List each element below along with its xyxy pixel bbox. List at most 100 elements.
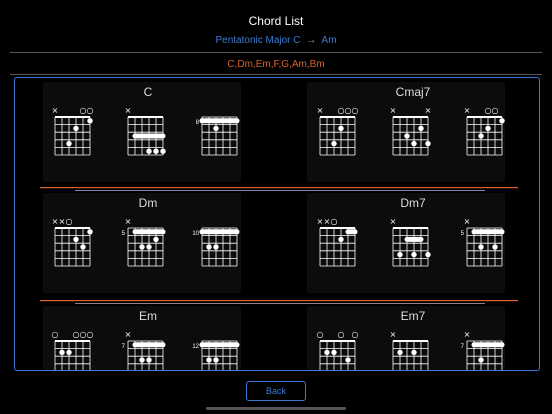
open-marker: ○ xyxy=(492,106,499,115)
arrow-right-icon: → xyxy=(306,35,317,46)
finger-dot xyxy=(206,357,212,363)
mute-marker: × xyxy=(59,217,66,226)
finger-dot xyxy=(425,140,431,147)
finger-dot xyxy=(425,251,431,258)
barre-bar xyxy=(199,118,240,124)
mute-marker: × xyxy=(125,106,132,115)
open-marker: ○ xyxy=(338,330,345,339)
row-separator-shadow xyxy=(75,190,485,191)
finger-dot xyxy=(59,349,65,356)
finger-dot xyxy=(411,251,417,258)
finger-dot xyxy=(397,251,403,258)
finger-dot xyxy=(153,236,159,243)
finger-dot xyxy=(492,244,498,250)
page-title: Chord List xyxy=(248,14,304,28)
barre-bar xyxy=(404,236,424,242)
mute-marker: × xyxy=(52,106,59,115)
finger-dot xyxy=(153,148,159,154)
barre-bar xyxy=(199,342,240,348)
finger-dot xyxy=(331,140,337,147)
finger-dot xyxy=(87,229,93,235)
open-marker: ○ xyxy=(52,330,59,339)
finger-dot xyxy=(87,118,93,124)
chord-diagrams: C× ○ ○ ×8Cmaj7× ○ ○ ○ × × × ○ ○Dm× × ○ ×5 10Dm7× × ○ × ×5Em… xyxy=(40,82,518,370)
finger-dot xyxy=(80,244,86,250)
barre-bar xyxy=(132,229,166,235)
open-marker: ○ xyxy=(338,106,345,115)
mute-marker: × xyxy=(390,330,397,339)
finger-dot xyxy=(478,357,484,363)
barre-bar xyxy=(199,229,240,235)
key-selector[interactable]: Pentatonic Major C → Am xyxy=(0,35,552,46)
mute-marker: × xyxy=(464,217,471,226)
finger-dot xyxy=(213,357,219,363)
mute-marker: × xyxy=(52,217,59,226)
finger-dot xyxy=(73,236,79,243)
chord-name: Dm xyxy=(139,196,158,210)
mute-marker: × xyxy=(390,106,397,115)
open-marker: ○ xyxy=(87,330,94,339)
finger-dot xyxy=(206,244,212,250)
barre-bar xyxy=(471,229,505,235)
fret-number: 12 xyxy=(192,344,199,350)
finger-dot xyxy=(478,244,484,250)
finger-dot xyxy=(66,349,72,356)
finger-dot xyxy=(478,133,484,139)
open-marker: ○ xyxy=(73,330,80,339)
fret-number: 10 xyxy=(192,231,199,237)
finger-dot xyxy=(411,140,417,147)
back-button[interactable]: Back xyxy=(246,381,306,401)
mute-marker: × xyxy=(425,106,432,115)
chord-list-text: C,Dm,Em,F,G,Am,Bm xyxy=(227,59,325,70)
open-marker: ○ xyxy=(352,330,359,339)
chord-name: Dm7 xyxy=(400,196,426,210)
finger-dot xyxy=(146,244,152,250)
barre-bar xyxy=(471,342,505,348)
chord-name: C xyxy=(144,85,153,99)
mute-marker: × xyxy=(125,330,132,339)
finger-dot xyxy=(146,148,152,154)
barre-bar xyxy=(132,133,166,139)
open-marker: ○ xyxy=(352,106,359,115)
finger-dot xyxy=(411,349,417,356)
relative-minor-label[interactable]: Am xyxy=(322,35,337,46)
row-separator xyxy=(40,300,518,302)
divider xyxy=(10,52,542,53)
finger-dot xyxy=(345,357,351,363)
finger-dot xyxy=(146,357,152,363)
open-marker: ○ xyxy=(87,106,94,115)
home-indicator xyxy=(206,407,346,410)
open-marker: ○ xyxy=(80,330,87,339)
chord-name: Em7 xyxy=(401,309,426,323)
scale-label[interactable]: Pentatonic Major C xyxy=(215,35,300,46)
finger-dot xyxy=(485,125,491,132)
finger-dot xyxy=(66,140,72,147)
finger-dot xyxy=(499,118,505,124)
open-marker: ○ xyxy=(80,106,87,115)
finger-dot xyxy=(139,357,145,363)
mute-marker: × xyxy=(324,217,331,226)
mute-marker: × xyxy=(464,106,471,115)
open-marker: ○ xyxy=(331,217,338,226)
finger-dot xyxy=(418,125,424,132)
row-separator xyxy=(40,187,518,189)
finger-dot xyxy=(213,125,219,132)
open-marker: ○ xyxy=(485,106,492,115)
mute-marker: × xyxy=(390,217,397,226)
finger-dot xyxy=(404,133,410,139)
mute-marker: × xyxy=(317,217,324,226)
mute-marker: × xyxy=(125,217,132,226)
open-marker: ○ xyxy=(66,217,73,226)
open-marker: ○ xyxy=(345,106,352,115)
finger-dot xyxy=(324,349,330,356)
chord-diagram-panel[interactable]: C × ○ ○ × 8 Cmaj7 × ○ ○ ○ × × × ○ ○ Dm × × ○ × 5 10 Dm7 × × ○ × × 5 Em… xyxy=(14,77,540,371)
open-marker: ○ xyxy=(317,330,324,339)
finger-dot xyxy=(397,349,403,356)
barre-bar xyxy=(345,229,358,235)
finger-dot xyxy=(338,125,344,132)
finger-dot xyxy=(73,125,79,132)
chord-name: Cmaj7 xyxy=(396,85,431,99)
finger-dot xyxy=(139,244,145,250)
finger-dot xyxy=(338,236,344,243)
mute-marker: × xyxy=(317,106,324,115)
